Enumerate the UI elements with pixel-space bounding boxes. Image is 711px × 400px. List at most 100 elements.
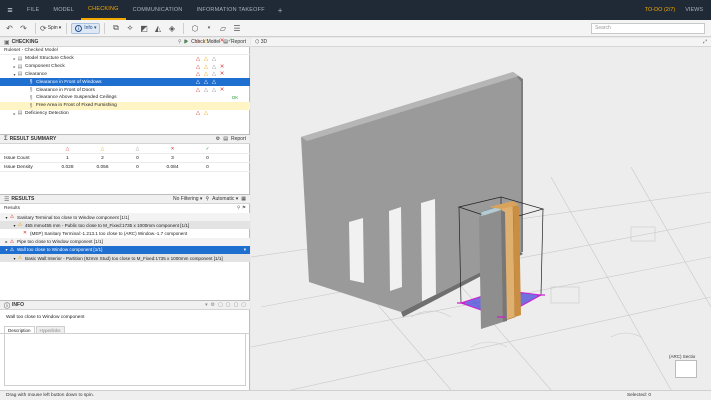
paperclip-icon[interactable]: ⚲ bbox=[237, 206, 241, 211]
result-item-mep[interactable]: ✕ (MEP) Sanitary Terminal:-1.213.1 too c… bbox=[0, 229, 250, 237]
critical-icon: △ bbox=[65, 146, 70, 152]
section-thumbnail[interactable]: (ARC) Sectio bbox=[669, 354, 703, 380]
tree-item-model-structure[interactable]: ▸ ▤ Model Structure Check △ △ △ bbox=[0, 55, 250, 63]
partition-wall bbox=[479, 210, 503, 329]
report-icon: ▤ bbox=[223, 136, 228, 142]
settings-icon[interactable]: ⚙ bbox=[216, 136, 220, 142]
tree-item-deficiency[interactable]: ▸ ▤ Deficiency Detection △ △ bbox=[0, 110, 250, 118]
thumb-icon[interactable]: ▢ bbox=[218, 302, 223, 308]
result-item-public[interactable]: ▾ ⚠ 455 mmx455 mm - Public too close to M… bbox=[0, 221, 250, 230]
menu-model[interactable]: MODEL bbox=[46, 0, 81, 20]
thumb-icon[interactable]: ▢ bbox=[234, 302, 239, 308]
undo-icon[interactable]: ↶ bbox=[3, 22, 16, 35]
folder-icon: ▤ bbox=[17, 71, 23, 78]
todo-button[interactable]: TO-DO (2/7) bbox=[639, 7, 681, 13]
paint-icon[interactable]: ◈ bbox=[165, 22, 178, 35]
section-preview-icon bbox=[675, 360, 697, 378]
info-header: ⓘ INFO ▾ ⚙ ▢ ▢ ▢ ▢ bbox=[0, 301, 250, 310]
thumb-icon[interactable]: ▢ bbox=[226, 302, 231, 308]
result-group-pipe[interactable]: ▸ ⚠ Pipe too close to Window component [1… bbox=[0, 237, 250, 246]
tab-description[interactable]: Description bbox=[4, 326, 35, 333]
menu-information-takeoff[interactable]: INFORMATION TAKEOFF bbox=[189, 0, 271, 20]
menu-communication[interactable]: COMMUNICATION bbox=[126, 0, 190, 20]
result-group-sanitary[interactable]: ▾ ⚠ Sanitary Terminal too close to Window… bbox=[0, 213, 250, 222]
report-button[interactable]: Report bbox=[231, 39, 246, 45]
hide-icon[interactable]: ◩ bbox=[137, 22, 150, 35]
menu-file[interactable]: FILE bbox=[20, 0, 46, 20]
summary-report-button[interactable]: Report bbox=[231, 136, 246, 142]
selected-count: Selected: 0 bbox=[626, 393, 651, 398]
warning-icon: ⚠ bbox=[9, 238, 15, 245]
views-button[interactable]: VIEWS bbox=[681, 7, 711, 13]
filter-dropdown[interactable]: No Filtering ▾ bbox=[173, 196, 202, 202]
result-item-basic-wall[interactable]: ▾ ⚠ Basic Wall:Interior - Partition (92mm… bbox=[0, 253, 250, 263]
checking-panel: ▣ CHECKING ▶ Check Model ▤ Report Rulese… bbox=[0, 38, 250, 132]
tree-item-clearance-ceilings[interactable]: § Clearance Above Suspended Ceilings OK bbox=[0, 94, 250, 102]
tree-item-clearance[interactable]: ▾ ▤ Clearance △ △ △ ✕ bbox=[0, 71, 250, 79]
select-components-icon[interactable]: ⧉ bbox=[109, 22, 122, 35]
flag-icon[interactable]: ⚑ bbox=[242, 206, 246, 211]
status-bar: Drag with mouse left button down to spin… bbox=[0, 390, 711, 400]
search-input[interactable]: Search bbox=[591, 23, 705, 34]
list-icon: ☰ bbox=[4, 196, 10, 203]
cube-view-icon[interactable]: ⬡ bbox=[188, 22, 201, 35]
sigma-icon: Σ bbox=[4, 136, 8, 142]
tree-item-clearance-windows[interactable]: § Clearance in Front of Windows △ △ △ bbox=[0, 78, 250, 87]
summary-row-density: Issue Density 0.028 0.056 0 0.084 0 bbox=[0, 163, 250, 172]
status-text: Drag with mouse left button down to spin… bbox=[6, 393, 94, 398]
warning-icon: ⚠ bbox=[17, 255, 23, 262]
rule-icon: § bbox=[29, 87, 33, 94]
transparency-icon[interactable]: ◭ bbox=[151, 22, 164, 35]
ruleset-row[interactable]: Ruleset - Checked Model ⚲ ⚑ △ △ △ ✕ ✓ bbox=[0, 38, 250, 55]
lock-icon: ⚲ bbox=[178, 39, 182, 45]
spin-button[interactable]: ⟳ Spin ▾ bbox=[40, 22, 61, 35]
menu-checking[interactable]: CHECKING bbox=[80, 0, 126, 20]
left-pane: ▣ CHECKING ▶ Check Model ▤ Report Rulese… bbox=[0, 38, 250, 390]
critical-icon: △ bbox=[195, 38, 201, 44]
add-tab-icon[interactable]: + bbox=[272, 6, 289, 15]
isolate-icon[interactable]: ⟡ bbox=[123, 22, 136, 35]
info-panel: ⓘ INFO ▾ ⚙ ▢ ▢ ▢ ▢ Wall too close to Win… bbox=[0, 300, 250, 390]
info-title: Wall too close to Window component bbox=[6, 315, 85, 320]
gear-icon[interactable]: ⚙ bbox=[211, 302, 215, 308]
rule-icon: § bbox=[29, 94, 33, 101]
cube-icon: ⬡ bbox=[255, 39, 260, 45]
folder-icon: ▤ bbox=[17, 110, 23, 117]
menu-bar: ≡ FILE MODEL CHECKING COMMUNICATION INFO… bbox=[0, 0, 711, 20]
redo-icon[interactable]: ↷ bbox=[17, 22, 30, 35]
rule-icon: § bbox=[29, 102, 33, 109]
tree-item-component-check[interactable]: ▸ ▤ Component Check △ △ △ ✕ bbox=[0, 63, 250, 71]
3d-view[interactable]: ⬡ 3D ⤢ (ARC) Sectio bbox=[251, 38, 711, 390]
major-icon: △ bbox=[100, 146, 105, 152]
3d-model-canvas[interactable] bbox=[251, 47, 711, 390]
description-textarea[interactable] bbox=[4, 334, 246, 386]
info-icon: ⓘ bbox=[4, 303, 11, 310]
grid-icon[interactable]: ▦ bbox=[241, 196, 246, 202]
accepted-icon: ✓ bbox=[227, 38, 233, 44]
warning-icon: ⚠ bbox=[9, 246, 15, 253]
chevron-down-icon: ▾ bbox=[92, 25, 97, 31]
tree-item-clearance-doors[interactable]: § Clearance in Front of Doors △ △ △ ✕ bbox=[0, 86, 250, 94]
auto-dropdown[interactable]: Automatic ▾ bbox=[212, 196, 238, 202]
flag-icon: ⚑ bbox=[183, 39, 189, 45]
info-mode-button[interactable]: i Info ▾ bbox=[71, 22, 101, 34]
summary-table: △ △ △ ✕ ✓ Issue Count 1 2 0 3 0 Issue De… bbox=[0, 145, 250, 172]
chevron-down-icon[interactable]: ▾ bbox=[244, 247, 246, 253]
results-panel: ☰ RESULTS No Filtering ▾ ⚲ Automatic ▾ ▦… bbox=[0, 194, 250, 300]
rejected-icon: ✕ bbox=[219, 38, 225, 44]
maximize-icon[interactable]: ⤢ bbox=[703, 38, 707, 47]
summary-header: Σ RESULT SUMMARY ⚙ ▤ Report bbox=[0, 135, 250, 144]
thumb-icon[interactable]: ▢ bbox=[241, 302, 246, 308]
view-header: ⬡ 3D ⤢ bbox=[251, 38, 711, 47]
chevron-down-icon[interactable]: ▾ bbox=[202, 22, 215, 35]
hamburger-icon[interactable]: ≡ bbox=[0, 0, 20, 20]
section-box-icon[interactable]: ▱ bbox=[216, 22, 229, 35]
status-dropdown[interactable]: ▾ bbox=[205, 302, 208, 308]
tree-item-free-area[interactable]: § Free Area in Front of Fixed Furnishing bbox=[0, 101, 250, 110]
results-header: ☰ RESULTS No Filtering ▾ ⚲ Automatic ▾ ▦ bbox=[0, 195, 250, 204]
layers-icon[interactable]: ☰ bbox=[230, 22, 243, 35]
tab-hyperlinks[interactable]: Hyperlinks bbox=[35, 326, 65, 333]
folder-icon: ▤ bbox=[17, 55, 23, 62]
warning-icon: ⚠ bbox=[17, 222, 23, 229]
result-group-wall[interactable]: ▾ ⚠ Wall too close to Window component [1… bbox=[0, 245, 250, 254]
